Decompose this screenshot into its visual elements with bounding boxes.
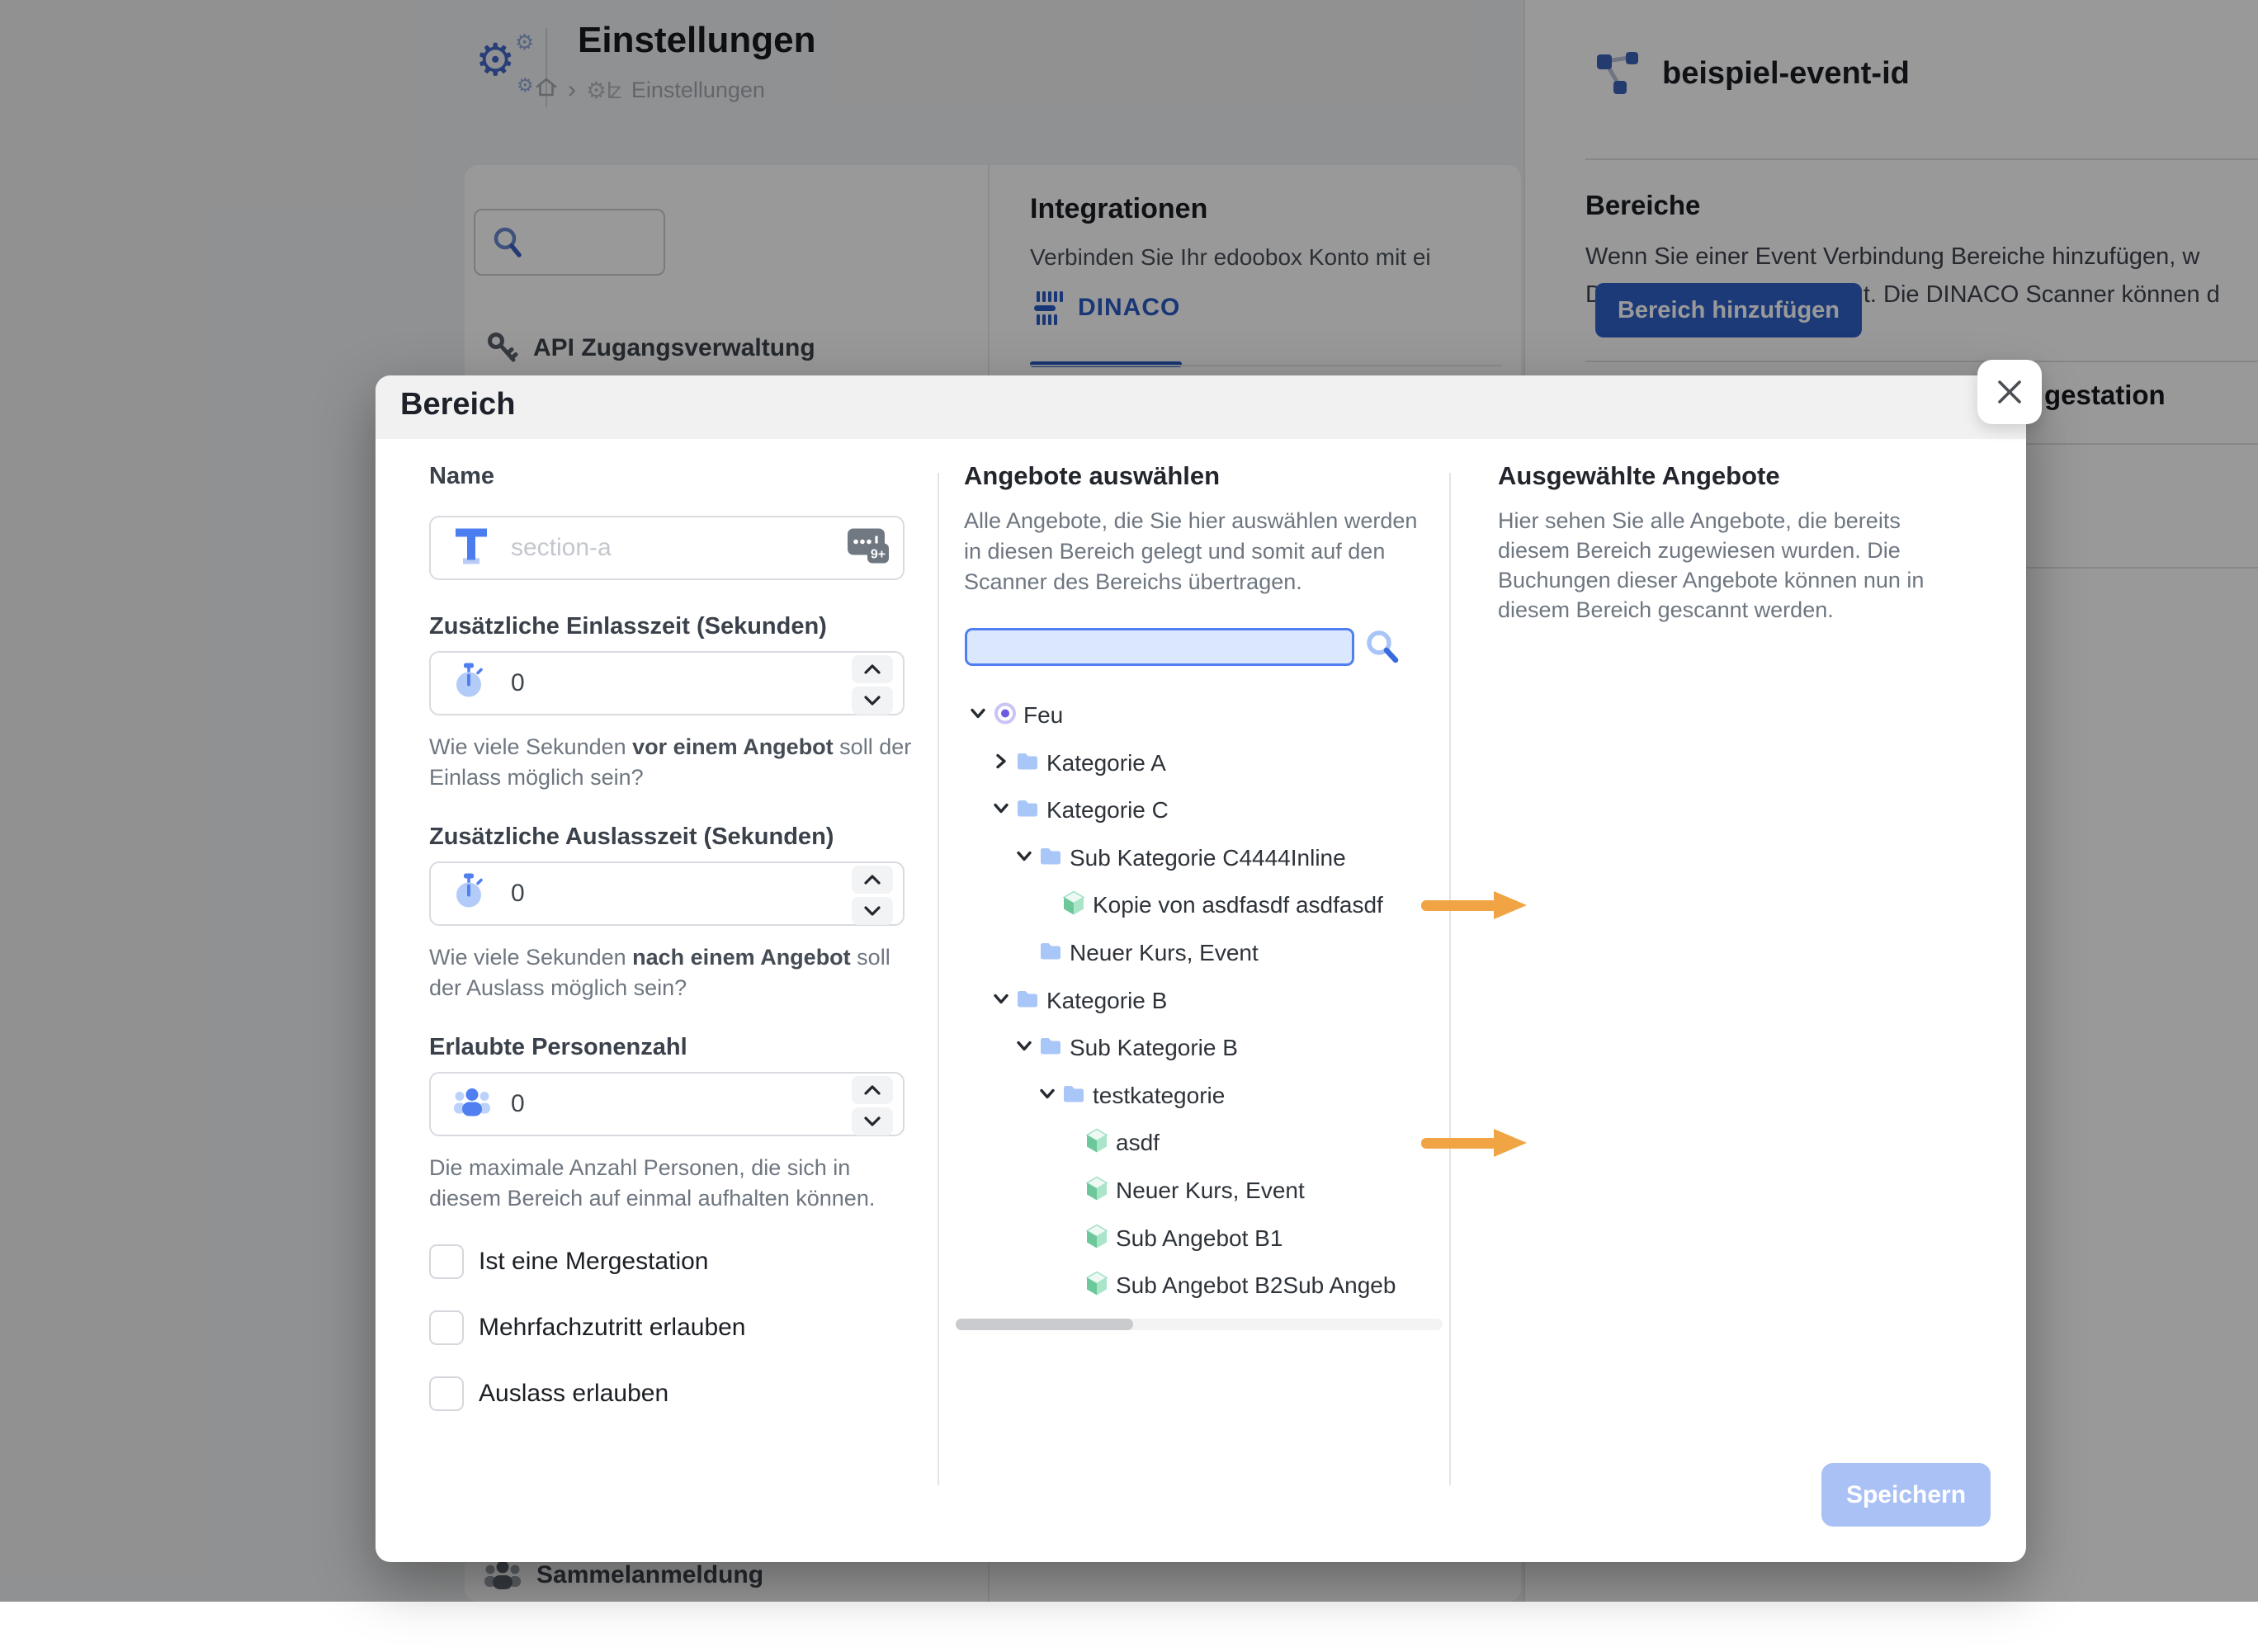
tree-item[interactable]: Feu: [376, 697, 1447, 734]
tree-item[interactable]: Kopie von asdfasdf asdfasdf: [376, 887, 1447, 923]
tree-item[interactable]: asdf: [376, 1125, 1447, 1161]
tree-item[interactable]: Neuer Kurs, Event: [376, 1173, 1447, 1209]
tree-item[interactable]: Sub Angebot B1: [376, 1220, 1447, 1257]
tree-item-label[interactable]: Sub Kategorie B: [1070, 1035, 1238, 1061]
annotation-arrow-icon: [1421, 891, 1527, 919]
app-root: ⚙ ⚙ ⚙ Einstellungen › ⚙ʫ Einstellungen A…: [0, 0, 2258, 1652]
tree-item-label[interactable]: Kopie von asdfasdf asdfasdf: [1093, 892, 1383, 918]
folder-icon: [1016, 752, 1039, 776]
tree-item-label[interactable]: Sub Angebot B1: [1116, 1225, 1283, 1252]
tree-item-label[interactable]: Kategorie A: [1046, 750, 1166, 776]
chevron-down-icon[interactable]: [1014, 1036, 1034, 1060]
tree-item[interactable]: Sub Angebot B2Sub Angeb: [376, 1267, 1447, 1304]
scrollbar-thumb[interactable]: [956, 1319, 1133, 1330]
offers-tree: Feu Kategorie A Kategorie C Sub Kategorie C…: [376, 375, 1447, 1473]
cube-icon: [1085, 1272, 1108, 1300]
annotation-arrow-icon: [1421, 1129, 1527, 1157]
folder-icon: [1016, 799, 1039, 823]
tree-item[interactable]: Sub Kategorie B: [376, 1030, 1447, 1066]
folder-icon: [1039, 1036, 1062, 1060]
chevron-down-icon[interactable]: [1014, 847, 1034, 871]
tree-item-label[interactable]: Neuer Kurs, Event: [1116, 1178, 1305, 1204]
folder-icon: [1039, 942, 1062, 965]
chevron-down-icon[interactable]: [968, 704, 988, 728]
chevron-down-icon[interactable]: [991, 989, 1011, 1013]
cube-icon: [1062, 891, 1085, 920]
tree-item-label[interactable]: testkategorie: [1093, 1083, 1225, 1109]
radio-icon: [993, 701, 1018, 730]
horizontal-scrollbar[interactable]: [956, 1319, 1443, 1330]
folder-icon: [1016, 989, 1039, 1013]
folder-icon: [1062, 1084, 1085, 1108]
save-button[interactable]: Speichern: [1821, 1463, 1991, 1527]
column-divider: [1449, 473, 1451, 1485]
chevron-right-icon[interactable]: [991, 752, 1011, 776]
tree-item[interactable]: Neuer Kurs, Event: [376, 935, 1447, 971]
cube-icon: [1085, 1225, 1108, 1253]
tree-item[interactable]: Sub Kategorie C4444Inline: [376, 840, 1447, 876]
tree-item[interactable]: Kategorie B: [376, 983, 1447, 1019]
tree-item-label[interactable]: Kategorie C: [1046, 797, 1169, 824]
cube-icon: [1085, 1129, 1108, 1158]
selected-offers-title: Ausgewählte Angebote: [1498, 461, 1780, 491]
tree-item[interactable]: Kategorie C: [376, 792, 1447, 828]
tree-item[interactable]: testkategorie: [376, 1078, 1447, 1114]
page-bottom-strip: [0, 1602, 2258, 1652]
close-icon[interactable]: [1977, 360, 2042, 424]
tree-item-label[interactable]: Kategorie B: [1046, 988, 1167, 1014]
folder-icon: [1039, 847, 1062, 871]
tree-item-label[interactable]: Sub Kategorie C4444Inline: [1070, 845, 1346, 871]
tree-item-label[interactable]: Sub Angebot B2Sub Angeb: [1116, 1272, 1396, 1299]
tree-item-label[interactable]: asdf: [1116, 1130, 1160, 1156]
cube-icon: [1085, 1177, 1108, 1206]
tree-item-label[interactable]: Neuer Kurs, Event: [1070, 940, 1259, 966]
chevron-down-icon[interactable]: [1037, 1084, 1057, 1108]
selected-offers-description: Hier sehen Sie alle Angebote, die bereit…: [1498, 506, 1924, 625]
chevron-down-icon[interactable]: [991, 799, 1011, 823]
bereich-modal: Bereich Name 9+ Z: [376, 375, 2026, 1562]
tree-item[interactable]: Kategorie A: [376, 745, 1447, 781]
tree-item-label[interactable]: Feu: [1023, 702, 1063, 729]
